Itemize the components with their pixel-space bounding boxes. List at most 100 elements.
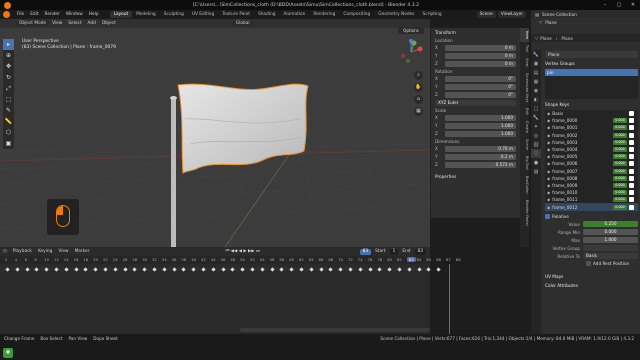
tab-uv-editing[interactable]: UV Editing — [188, 11, 218, 18]
keyframe-diamond[interactable] — [367, 266, 373, 272]
tab-texture-paint[interactable]: Texture Paint — [218, 11, 254, 18]
marker-menu[interactable]: Marker — [72, 249, 93, 254]
shape-key-row[interactable]: ◆ frame_0008 0.000 — [545, 175, 638, 182]
shape-key-value[interactable]: 0.000 — [613, 139, 627, 145]
constraints-properties-icon[interactable]: ⛓ — [531, 140, 541, 149]
shape-key-row[interactable]: ◆ frame_0000 0.000 — [545, 117, 638, 124]
box-tool-icon[interactable]: ▣ — [3, 138, 14, 149]
shape-key-mute-checkbox[interactable] — [629, 147, 634, 153]
shape-key-value[interactable]: 0.000 — [613, 175, 627, 181]
playback-controls[interactable]: ⏮ ◀◀ ◀ ▶ ▶▶ ⏭ — [222, 249, 262, 254]
camera-icon[interactable]: ⌂ — [414, 95, 423, 104]
rotation-mode-select[interactable]: XYZ Euler — [435, 99, 516, 106]
shape-key-row[interactable]: ◆ frame_0009 0.000 — [545, 182, 638, 189]
menu-help[interactable]: Help — [86, 12, 102, 17]
current-frame-field[interactable]: 83 — [359, 248, 372, 255]
menu-edit[interactable]: Edit — [27, 12, 41, 17]
tab-shading[interactable]: Shading — [254, 11, 279, 18]
outliner-row-plane[interactable]: ▽ Plane — [531, 18, 640, 26]
shape-key-row[interactable]: ◆ frame_0003 0.000 — [545, 139, 638, 146]
shape-key-row[interactable]: ◆ frame_0001 0.000 — [545, 124, 638, 131]
view-menu[interactable]: View — [49, 21, 65, 26]
shape-key-value[interactable]: 0.000 — [613, 204, 627, 210]
timeline-scrollbar[interactable] — [240, 328, 430, 332]
material-properties-icon[interactable]: ● — [531, 158, 541, 167]
maximize-button[interactable]: ▢ — [612, 2, 626, 8]
rotation-z[interactable]: Z 0° — [435, 91, 516, 98]
relative-to-field[interactable]: Relative To Basis — [545, 253, 638, 260]
shape-key-mute-checkbox[interactable] — [629, 132, 634, 138]
shape-key-mute-checkbox[interactable] — [629, 175, 634, 181]
shape-key-mute-checkbox[interactable] — [629, 197, 634, 203]
tab-big-tool[interactable]: Big Tool — [520, 153, 529, 173]
output-properties-icon[interactable]: ▤ — [531, 68, 541, 77]
rotate-tool-icon[interactable]: ↻ — [3, 72, 14, 83]
tab-scene[interactable]: Scene — [520, 136, 529, 153]
keyframe-diamond[interactable] — [220, 266, 226, 272]
minimize-button[interactable]: – — [598, 2, 612, 8]
shape-key-value[interactable]: 0.000 — [613, 147, 627, 153]
color-attributes-header[interactable]: Color Attributes — [542, 281, 640, 290]
range-min-field[interactable]: Range Min 0.000 — [545, 229, 638, 236]
transform-header[interactable]: Transform — [431, 28, 520, 37]
vertex-group-item[interactable]: pin — [545, 69, 638, 76]
menu-file[interactable]: File — [14, 12, 27, 17]
modifier-properties-icon[interactable]: 🔧 — [531, 113, 541, 122]
add-cube-tool-icon[interactable]: ⬡ — [3, 127, 14, 138]
start-frame-field[interactable]: 1 — [389, 248, 399, 255]
close-button[interactable]: ✕ — [626, 2, 640, 8]
add-rest-checkbox[interactable] — [586, 260, 591, 266]
dimensions-z[interactable]: Z 0.572 m — [435, 161, 516, 168]
scene-selector[interactable]: Scene — [476, 11, 496, 18]
shape-value-field[interactable]: Value 0.250 — [545, 221, 638, 228]
menu-window[interactable]: Window — [63, 12, 86, 17]
vertex-group-field[interactable]: Vertex Group — [545, 245, 638, 252]
keyframe-diamond[interactable] — [318, 266, 324, 272]
tab-screencast-keys[interactable]: Screencast Keys — [520, 70, 529, 105]
grid-view-icon[interactable]: ▦ — [414, 107, 423, 116]
tab-scripting[interactable]: Scripting — [419, 11, 446, 18]
move-tool-icon[interactable]: ✥ — [3, 61, 14, 72]
options-button[interactable]: Options — [398, 27, 424, 34]
keyframe-diamond[interactable] — [416, 266, 422, 272]
shape-key-row[interactable]: ◆ frame_0002 0.000 — [545, 132, 638, 139]
scale-tool-icon[interactable]: ⤢ — [3, 83, 14, 94]
rotation-y[interactable]: Y 0° — [435, 83, 516, 90]
orientation-selector[interactable]: Global — [232, 21, 253, 26]
transform-tool-icon[interactable]: ⬚ — [3, 94, 14, 105]
relative-toggle[interactable]: Relative — [545, 213, 638, 219]
shape-keys-header[interactable]: Shape Keys — [542, 100, 640, 109]
cloth-flag[interactable] — [177, 83, 309, 174]
flag-pole[interactable] — [171, 97, 176, 247]
tab-geometry-nodes[interactable]: Geometry Nodes — [374, 11, 418, 18]
shape-key-mute-checkbox[interactable] — [629, 168, 634, 174]
shape-key-mute-checkbox[interactable] — [629, 182, 634, 188]
shape-key-value[interactable]: 0.000 — [613, 118, 627, 124]
shape-key-value[interactable]: 0.000 — [613, 161, 627, 167]
keyframe-diamond[interactable] — [24, 266, 30, 272]
tab-blender-pastel[interactable]: Blender Pastel — [520, 197, 529, 229]
shape-key-row[interactable]: ◆ frame_0005 0.000 — [545, 153, 638, 160]
mesh-data-properties-icon[interactable]: ▽ — [531, 149, 541, 158]
editor-type-icon[interactable]: ◷ — [0, 249, 10, 254]
tab-boxcutter[interactable]: BoxCutter — [520, 173, 529, 197]
shape-key-mute-checkbox[interactable] — [629, 125, 634, 131]
view-menu-timeline[interactable]: View — [55, 249, 71, 254]
shape-key-value[interactable]: 0.000 — [613, 190, 627, 196]
location-y[interactable]: Y0 m — [435, 52, 516, 59]
measure-tool-icon[interactable]: 📏 — [3, 116, 14, 127]
shape-key-mute-checkbox[interactable] — [629, 204, 634, 210]
shape-key-mute-checkbox[interactable] — [629, 154, 634, 160]
navigation-gizmo[interactable] — [398, 39, 424, 65]
3d-viewport[interactable]: Object Mode View Select Add Object Globa… — [0, 19, 430, 247]
zoom-icon[interactable]: ⌕ — [414, 71, 423, 80]
location-z[interactable]: Z0 m — [435, 60, 516, 67]
tab-create[interactable]: Create — [520, 118, 529, 136]
shape-key-mute-checkbox[interactable] — [629, 111, 634, 117]
select-tool-icon[interactable]: ▸ — [3, 39, 14, 50]
keyframe-diamond[interactable] — [122, 266, 128, 272]
select-menu[interactable]: Select — [65, 21, 84, 26]
tab-modeling[interactable]: Modeling — [132, 11, 160, 18]
shape-key-mute-checkbox[interactable] — [629, 118, 634, 124]
keying-menu[interactable]: Keying — [35, 249, 55, 254]
